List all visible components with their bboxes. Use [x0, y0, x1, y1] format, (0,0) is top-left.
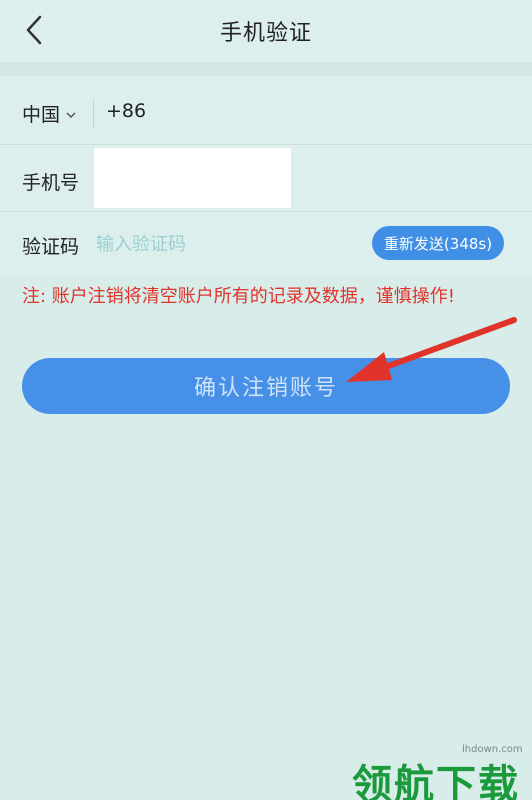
verification-form: 中国 +86 手机号 验证码 重新发送(348s)	[0, 76, 532, 278]
row-divider	[0, 144, 532, 145]
chevron-down-icon	[66, 111, 76, 118]
country-label: 中国	[22, 104, 61, 126]
top-bar: 手机验证	[0, 0, 532, 62]
watermark-logo: 领航下载	[352, 762, 520, 800]
page-title: 手机验证	[219, 21, 312, 46]
country-selector[interactable]: 中国	[22, 100, 76, 127]
warning-notice: 注: 账户注销将清空账户所有的记录及数据，谨慎操作!	[22, 286, 455, 307]
back-button[interactable]	[18, 10, 50, 50]
chevron-left-icon	[26, 15, 42, 45]
phone-label: 手机号	[22, 172, 80, 194]
verification-code-input[interactable]	[96, 226, 356, 262]
section-gap	[0, 62, 532, 76]
phone-input[interactable]	[94, 148, 291, 208]
verification-code-label: 验证码	[22, 236, 80, 258]
resend-code-button[interactable]: 重新发送(348s)	[372, 226, 504, 260]
confirm-delete-account-button[interactable]: 确认注销账号	[22, 358, 510, 414]
divider	[93, 98, 94, 128]
country-code: +86	[106, 100, 147, 122]
row-divider	[0, 211, 532, 212]
